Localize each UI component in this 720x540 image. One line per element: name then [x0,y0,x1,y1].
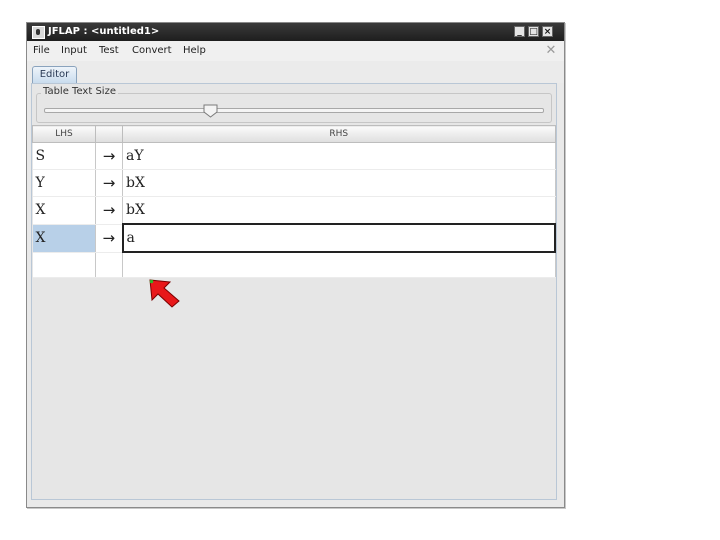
menu-file[interactable]: File [33,41,50,61]
minimize-button[interactable]: _ [514,26,525,37]
menu-help[interactable]: Help [183,41,206,61]
lhs-cell[interactable]: S [32,142,96,170]
menu-bar: File Input Test Convert Help ✕ [27,41,564,61]
rhs-edit-field[interactable]: a [121,223,556,253]
jflap-window: JFLAP : <untitled1> _ □ × File Input Tes… [26,22,565,508]
lhs-cell[interactable]: X [32,224,96,253]
close-tab-icon[interactable]: ✕ [544,44,558,58]
arrow-icon: → [95,196,123,225]
slider-track[interactable] [44,108,544,113]
table-header-row: LHS RHS [32,125,556,143]
lhs-cell[interactable]: Y [32,169,96,197]
slider-thumb[interactable] [203,104,218,118]
arrow-icon: → [95,169,123,197]
header-rhs[interactable]: RHS [122,125,556,143]
menu-convert[interactable]: Convert [132,41,172,61]
tab-editor[interactable]: Editor [32,66,77,83]
header-arrow[interactable] [95,125,123,143]
close-button[interactable]: × [542,26,553,37]
table-row[interactable]: S → aY [32,142,556,170]
editor-panel: Table Text Size LHS RHS S → aY Y → bX X … [31,83,557,500]
rhs-cell[interactable]: aY [122,142,556,170]
menu-test[interactable]: Test [99,41,119,61]
maximize-button[interactable]: □ [528,26,539,37]
header-lhs[interactable]: LHS [32,125,96,143]
table-row-empty[interactable] [32,252,556,278]
grammar-table: LHS RHS S → aY Y → bX X → bX X → a [32,125,556,278]
arrow-cell [95,252,123,278]
rhs-cell[interactable]: bX [122,169,556,197]
app-icon [32,26,45,39]
tab-strip: Editor [27,61,564,83]
arrow-icon: → [95,142,123,170]
menu-input[interactable]: Input [61,41,87,61]
lhs-cell[interactable]: X [32,196,96,225]
table-row[interactable]: Y → bX [32,169,556,197]
rhs-cell[interactable]: bX [122,196,556,225]
arrow-icon: → [95,224,123,253]
rhs-cell[interactable] [122,252,556,278]
slider-label: Table Text Size [41,86,118,97]
table-row-selected[interactable]: X → a [32,223,556,253]
title-bar[interactable]: JFLAP : <untitled1> _ □ × [27,23,564,41]
window-title: JFLAP : <untitled1> [48,26,160,37]
lhs-cell[interactable] [32,252,96,278]
mouse-cursor-icon [149,279,180,308]
table-row[interactable]: X → bX [32,196,556,225]
table-text-size-group: Table Text Size [36,86,552,123]
